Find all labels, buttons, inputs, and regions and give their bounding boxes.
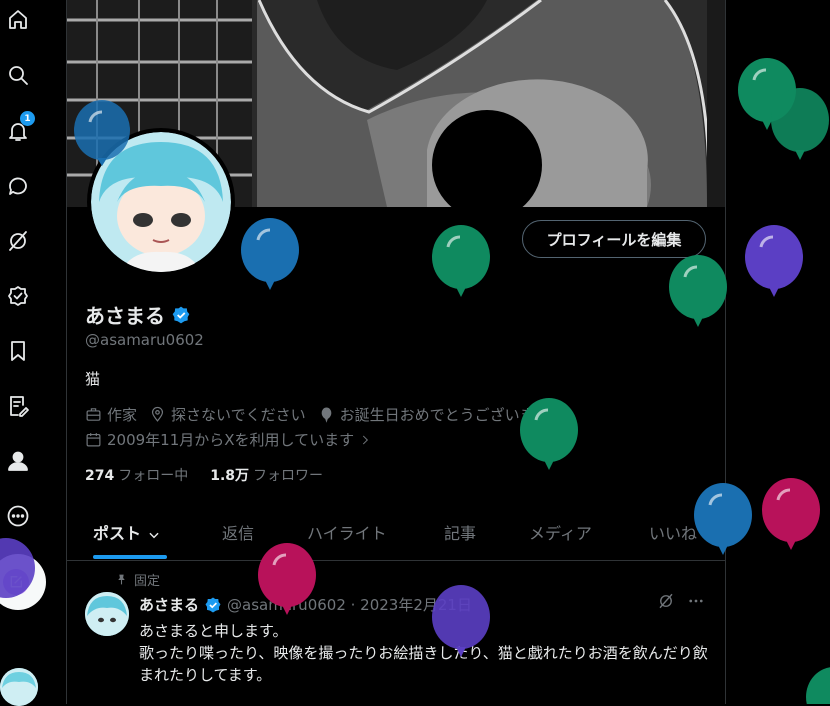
verified-icon[interactable] [4, 282, 32, 310]
post-handle-date: @asamaru0602 · 2023年2月21日 [227, 596, 472, 614]
post-author-name[interactable]: あさまる [139, 594, 199, 615]
followers-count: 1.8万 [210, 468, 250, 484]
balloon-decoration [745, 225, 803, 297]
compose-post-button[interactable] [0, 554, 46, 610]
post-text: あさまると申します。 歌ったり喋ったり、映像を撮ったりお絵描きしたり、猫と戯れた… [139, 620, 709, 686]
following-link[interactable]: 274 フォロー中 [85, 465, 188, 485]
joined-row: 2009年11月からXを利用しています [85, 429, 389, 450]
pinned-indicator: 固定 [115, 570, 160, 589]
following-count: 274 [85, 468, 115, 484]
occupation-item: 作家 [85, 404, 137, 425]
post-actions [657, 592, 705, 610]
post-header: あさまる @asamaru0602 · 2023年2月21日 [139, 594, 472, 615]
edit-note-icon[interactable] [4, 392, 32, 420]
account-avatar[interactable] [0, 668, 38, 706]
more-icon[interactable] [4, 502, 32, 530]
grok-icon[interactable] [657, 592, 675, 610]
balloon-decoration [762, 478, 820, 550]
verified-badge-icon [205, 597, 221, 612]
active-tab-indicator [93, 555, 167, 559]
following-label: フォロー中 [118, 468, 189, 484]
home-icon[interactable] [4, 6, 32, 34]
location-text: 探さないでください [171, 406, 306, 424]
balloon-decoration [738, 58, 796, 130]
pin-icon [118, 574, 125, 585]
profile-name: あさまる [85, 300, 191, 329]
pinned-label: 固定 [134, 574, 161, 589]
person-icon[interactable] [4, 447, 32, 475]
profile-tabs: ポスト 返信 ハイライト 記事 メディア いいね [67, 508, 725, 561]
more-options-icon[interactable] [687, 592, 705, 610]
bookmark-icon[interactable] [4, 337, 32, 365]
location-pin-icon [151, 406, 164, 422]
occupation-text: 作家 [107, 406, 138, 424]
joined-text: 2009年11月からXを利用しています [107, 431, 355, 449]
followers-label: フォロワー [253, 468, 324, 484]
edit-profile-button[interactable]: プロフィールを編集 [522, 220, 706, 258]
balloon-icon [321, 407, 331, 423]
display-name-text: あさまる [85, 304, 165, 328]
chevron-right-icon[interactable] [358, 433, 372, 447]
balloon-decoration [771, 88, 829, 160]
notification-badge: 1 [20, 111, 35, 126]
tab-posts-label: ポスト [93, 524, 142, 543]
bell-icon[interactable]: 1 [4, 111, 35, 145]
joined-item: 2009年11月からXを利用しています [85, 429, 377, 450]
compose-icon [3, 569, 29, 595]
briefcase-icon [86, 408, 101, 421]
profile-avatar[interactable] [87, 128, 235, 276]
tab-media[interactable]: メディア [529, 520, 592, 544]
tab-likes[interactable]: いいね [649, 520, 697, 544]
followers-link[interactable]: 1.8万 フォロワー [210, 465, 323, 485]
profile-column: プロフィールを編集 あさまる @asamaru0602 猫 作家 探さないでくだ… [66, 0, 726, 704]
verified-badge-icon[interactable] [171, 305, 191, 325]
chevron-down-icon [148, 532, 159, 538]
post-text-line-1: あさまると申します。 [139, 622, 288, 640]
profile-meta-row: 作家 探さないでください お誕生日おめでとうございます。 [85, 404, 575, 425]
post-text-line-2: 歌ったり喋ったり、映像を撮ったりお絵描きしたり、猫と戯れたりお酒を飲んだり飲まれ… [139, 644, 708, 684]
balloon-decoration [806, 667, 830, 704]
profile-bio: 猫 [85, 370, 101, 388]
birthday-item: お誕生日おめでとうございます。 [318, 404, 564, 425]
left-nav: 1 [0, 0, 46, 706]
location-item: 探さないでください [149, 404, 306, 425]
search-icon[interactable] [4, 61, 32, 89]
chat-icon[interactable] [4, 172, 32, 200]
follow-stats: 274 フォロー中 1.8万 フォロワー [85, 465, 323, 485]
tab-replies[interactable]: 返信 [222, 520, 254, 544]
tab-posts[interactable]: ポスト [93, 520, 161, 544]
grok-icon[interactable] [4, 227, 32, 255]
post-avatar[interactable] [85, 592, 129, 636]
birthday-text: お誕生日おめでとうございます。 [339, 406, 564, 424]
tab-highlights[interactable]: ハイライト [307, 520, 387, 544]
tab-articles[interactable]: 記事 [444, 520, 476, 544]
profile-handle: @asamaru0602 [85, 331, 204, 349]
calendar-icon [86, 433, 101, 447]
